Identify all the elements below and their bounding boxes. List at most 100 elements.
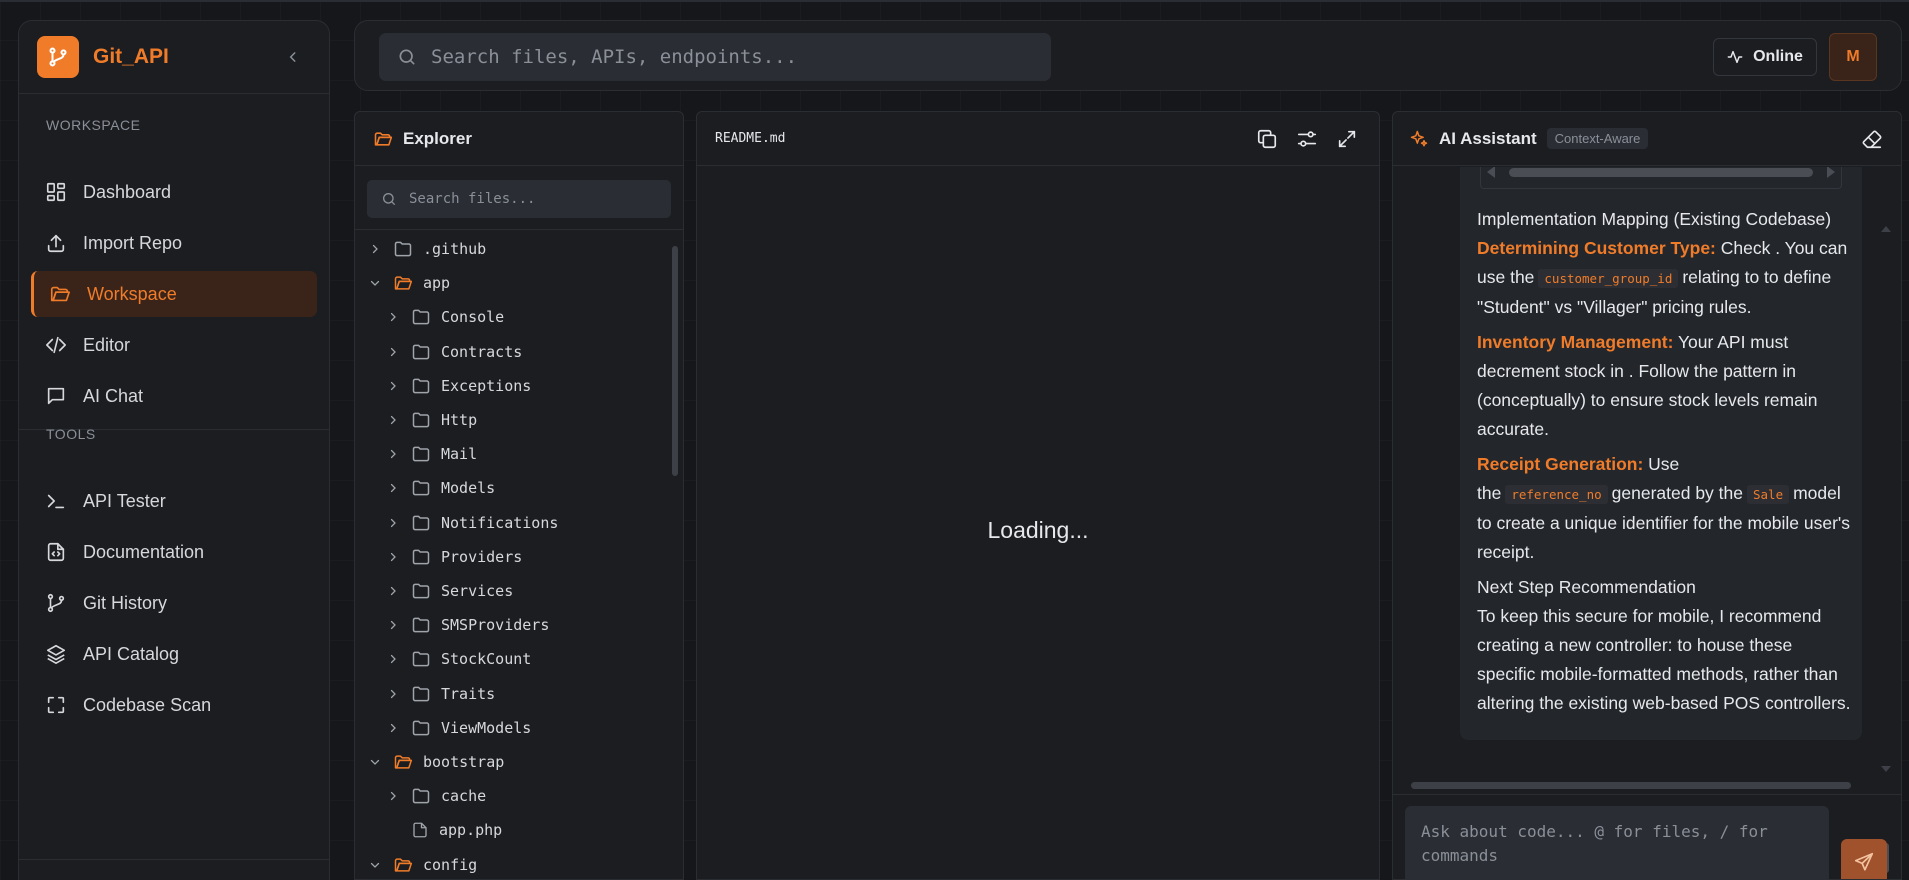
tree-folder[interactable]: config xyxy=(365,850,477,879)
scroll-right-icon[interactable] xyxy=(1827,167,1835,178)
tree-item-label: Traits xyxy=(441,684,496,703)
tree-folder[interactable]: StockCount xyxy=(383,644,531,674)
nav-editor[interactable]: Editor xyxy=(31,322,317,368)
tree-folder[interactable]: cache xyxy=(383,781,486,811)
chevron-right-icon[interactable] xyxy=(383,311,403,323)
chevron-right-icon[interactable] xyxy=(383,346,403,358)
nav-workspace[interactable]: Workspace xyxy=(31,271,317,317)
window-top-edge xyxy=(0,0,1909,2)
file-search-input[interactable] xyxy=(409,191,649,207)
send-icon xyxy=(1854,852,1874,871)
tree-item-label: SMSProviders xyxy=(441,616,550,635)
chevron-down-icon[interactable] xyxy=(365,756,385,768)
tree-file[interactable]: app.php xyxy=(383,815,502,845)
tree-folder[interactable]: Http xyxy=(383,405,477,435)
scan-icon xyxy=(45,694,67,716)
chevron-right-icon[interactable] xyxy=(383,790,403,802)
folder-icon xyxy=(411,615,431,635)
chevron-right-icon[interactable] xyxy=(383,551,403,563)
chevron-right-icon[interactable] xyxy=(383,448,403,460)
folder-icon xyxy=(411,410,431,430)
chat-scroll-up-icon[interactable] xyxy=(1881,226,1891,232)
tree-item-label: app xyxy=(423,274,451,293)
file-code-icon xyxy=(45,541,67,563)
top-bar: Online M xyxy=(354,20,1902,91)
chevron-right-icon[interactable] xyxy=(383,585,403,597)
folder-icon xyxy=(411,376,431,396)
explorer-header: Explorer xyxy=(355,112,683,166)
inline-code: Sale xyxy=(1747,485,1790,504)
global-search-input[interactable] xyxy=(431,46,1031,68)
loading-indicator: Loading... xyxy=(987,517,1089,543)
tree-folder[interactable]: Console xyxy=(383,302,504,332)
tree-folder[interactable]: ViewModels xyxy=(383,713,531,743)
chevron-right-icon[interactable] xyxy=(383,380,403,392)
app-name: Git_API xyxy=(93,45,169,68)
chevron-right-icon[interactable] xyxy=(383,619,403,631)
code-block-scroll[interactable] xyxy=(1480,167,1842,189)
tree-folder[interactable]: Mail xyxy=(383,439,477,469)
nav-dashboard[interactable]: Dashboard xyxy=(31,169,317,215)
tree-folder[interactable]: .github xyxy=(365,234,486,264)
chat-scroll-down-icon[interactable] xyxy=(1881,766,1891,772)
brand[interactable]: Git_API xyxy=(37,35,169,79)
tools-section-title: TOOLS xyxy=(46,426,96,442)
chevron-right-icon[interactable] xyxy=(383,722,403,734)
collapse-sidebar-button[interactable] xyxy=(283,47,303,67)
tree-folder[interactable]: Traits xyxy=(383,679,495,709)
nav-label: Import Repo xyxy=(83,232,183,253)
user-avatar[interactable]: M xyxy=(1829,33,1877,81)
nav-git-history[interactable]: Git History xyxy=(31,580,317,626)
tree-folder[interactable]: Contracts xyxy=(383,337,522,367)
file-search[interactable] xyxy=(367,180,671,218)
tree-item-label: Providers xyxy=(441,547,523,566)
tree-folder[interactable]: Exceptions xyxy=(383,371,531,401)
settings-sliders-icon[interactable] xyxy=(1295,127,1319,151)
nav-ai-chat[interactable]: AI Chat xyxy=(31,373,317,419)
chat-messages[interactable]: Implementation Mapping (Existing Codebas… xyxy=(1393,167,1901,782)
explorer-scrollbar[interactable] xyxy=(672,246,678,476)
tree-folder[interactable]: Services xyxy=(383,576,513,606)
send-button[interactable] xyxy=(1841,839,1887,879)
sidebar: Git_API WORKSPACE Dashboard Import Repo … xyxy=(18,20,330,880)
folder-icon xyxy=(411,547,431,567)
chevron-right-icon[interactable] xyxy=(383,517,403,529)
chevron-right-icon[interactable] xyxy=(365,243,385,255)
chevron-right-icon[interactable] xyxy=(383,653,403,665)
clear-chat-button[interactable] xyxy=(1861,128,1883,150)
online-status-button[interactable]: Online xyxy=(1713,38,1817,76)
chat-input-box[interactable] xyxy=(1405,806,1829,879)
tree-item-label: ViewModels xyxy=(441,718,532,737)
copy-icon[interactable] xyxy=(1255,127,1279,151)
code-block-scrollbar[interactable] xyxy=(1509,168,1813,177)
tree-item-label: .github xyxy=(423,240,487,258)
paragraph-customer-type: Determining Customer Type: Check . You c… xyxy=(1477,234,1855,322)
chat-horizontal-scrollbar[interactable] xyxy=(1411,782,1851,789)
tree-item-label: StockCount xyxy=(441,650,532,669)
chevron-down-icon[interactable] xyxy=(365,859,385,871)
chevron-right-icon[interactable] xyxy=(383,688,403,700)
chat-input[interactable] xyxy=(1421,820,1813,879)
chevron-down-icon[interactable] xyxy=(365,277,385,289)
tree-folder[interactable]: bootstrap xyxy=(365,747,504,777)
chevron-right-icon[interactable] xyxy=(383,482,403,494)
global-search[interactable] xyxy=(379,33,1051,81)
chevron-right-icon[interactable] xyxy=(383,414,403,426)
scroll-left-icon[interactable] xyxy=(1487,167,1495,178)
tree-folder[interactable]: app xyxy=(365,268,450,298)
tree-folder[interactable]: SMSProviders xyxy=(383,610,549,640)
sidebar-divider xyxy=(19,93,329,94)
nav-api-tester[interactable]: API Tester xyxy=(31,478,317,524)
expand-icon[interactable] xyxy=(1335,127,1359,151)
tree-folder[interactable]: Notifications xyxy=(383,508,558,538)
nav-documentation[interactable]: Documentation xyxy=(31,529,317,575)
nav-label: Dashboard xyxy=(83,181,172,202)
nav-api-catalog[interactable]: API Catalog xyxy=(31,631,317,677)
tree-item-label: Contracts xyxy=(441,342,523,361)
nav-codebase-scan[interactable]: Codebase Scan xyxy=(31,682,317,728)
tree-folder[interactable]: Providers xyxy=(383,542,522,572)
nav-import-repo[interactable]: Import Repo xyxy=(31,220,317,266)
nav-label: AI Chat xyxy=(83,385,144,406)
folder-icon xyxy=(411,786,431,806)
tree-folder[interactable]: Models xyxy=(383,473,495,503)
